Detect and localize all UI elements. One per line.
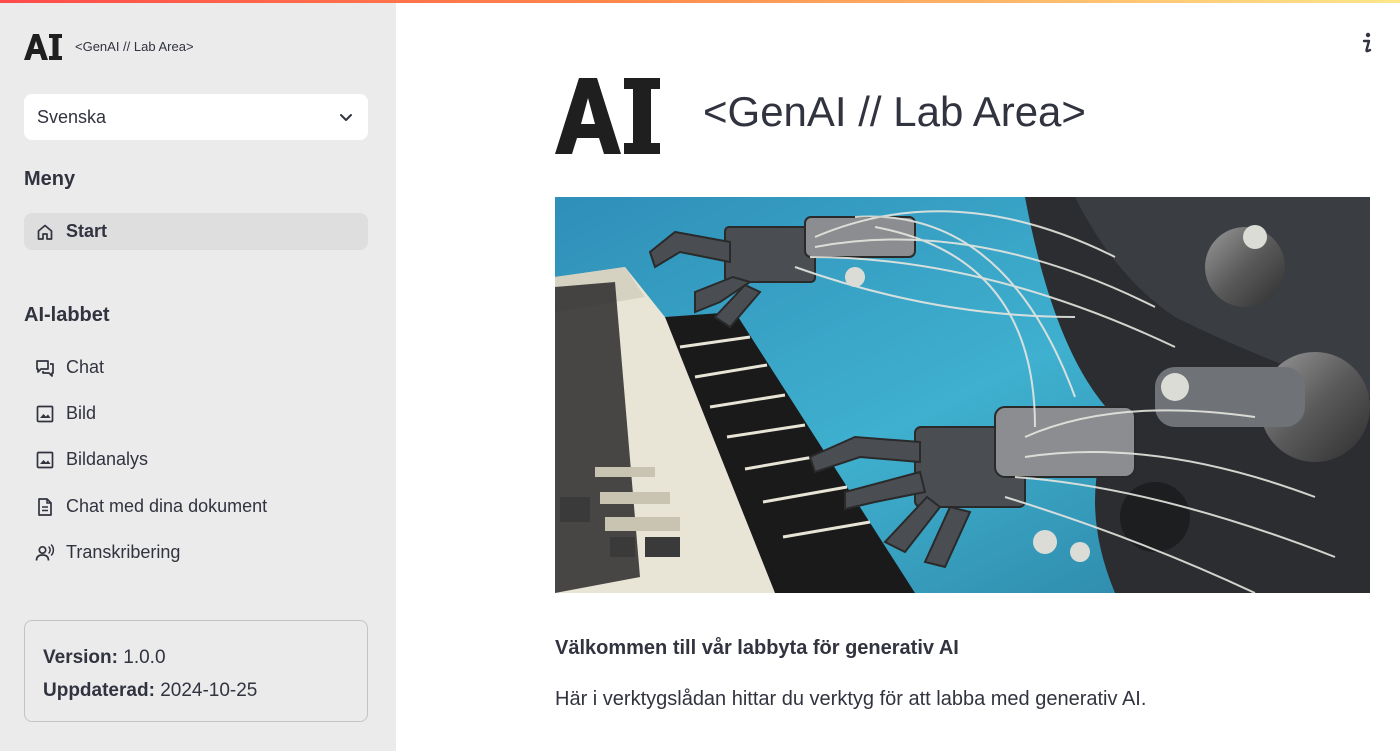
updated-value: 2024-10-25	[160, 680, 258, 701]
updated-label: Uppdaterad:	[43, 680, 155, 701]
sidebar: <GenAI // Lab Area> Svenska Meny Start A…	[0, 0, 396, 751]
image-icon	[35, 404, 55, 424]
document-icon	[35, 497, 55, 517]
updated-row: Uppdaterad: 2024-10-25	[43, 674, 349, 707]
ai-logo-icon	[555, 78, 660, 154]
version-row: Version: 1.0.0	[43, 641, 349, 674]
menu-heading: Meny	[24, 168, 76, 190]
sidebar-item-label: Chat	[66, 357, 105, 377]
robot-hands-playing-piano-image	[555, 197, 1370, 593]
voice-user-icon	[35, 543, 55, 563]
version-info-box: Version: 1.0.0 Uppdaterad: 2024-10-25	[24, 620, 368, 722]
sidebar-item-label: Chat med dina dokument	[66, 496, 268, 516]
sidebar-item-label: Start	[66, 221, 108, 241]
top-decoration-bar	[0, 0, 1400, 3]
language-select-value: Svenska	[37, 106, 107, 127]
page-title: <GenAI // Lab Area>	[703, 88, 1086, 135]
info-icon[interactable]	[1358, 31, 1376, 55]
version-value: 1.0.0	[123, 647, 166, 668]
welcome-description: Här i verktygslådan hittar du verktyg fö…	[555, 688, 1147, 710]
sidebar-item-chat-med-dina-dokument[interactable]: Chat med dina dokument	[24, 488, 368, 525]
sidebar-item-start[interactable]: Start	[24, 213, 368, 250]
version-label: Version:	[43, 647, 118, 668]
hero-image	[555, 197, 1370, 593]
image-icon	[35, 450, 55, 470]
lab-heading: AI-labbet	[24, 304, 110, 326]
ai-logo-icon	[24, 34, 62, 60]
home-icon	[35, 222, 55, 242]
sidebar-item-label: Transkribering	[66, 542, 181, 562]
language-select[interactable]: Svenska	[24, 94, 368, 140]
sidebar-item-label: Bildanalys	[66, 449, 149, 469]
sidebar-item-label: Bild	[66, 403, 97, 423]
sidebar-item-bild[interactable]: Bild	[24, 395, 368, 432]
sidebar-item-bildanalys[interactable]: Bildanalys	[24, 441, 368, 478]
chat-bubbles-icon	[35, 358, 55, 378]
welcome-heading: Välkommen till vår labbyta för generativ…	[555, 637, 959, 659]
sidebar-app-title: <GenAI // Lab Area>	[75, 39, 194, 54]
chevron-down-icon	[340, 114, 352, 121]
sidebar-item-transkribering[interactable]: Transkribering	[24, 534, 368, 571]
sidebar-item-chat[interactable]: Chat	[24, 349, 368, 386]
